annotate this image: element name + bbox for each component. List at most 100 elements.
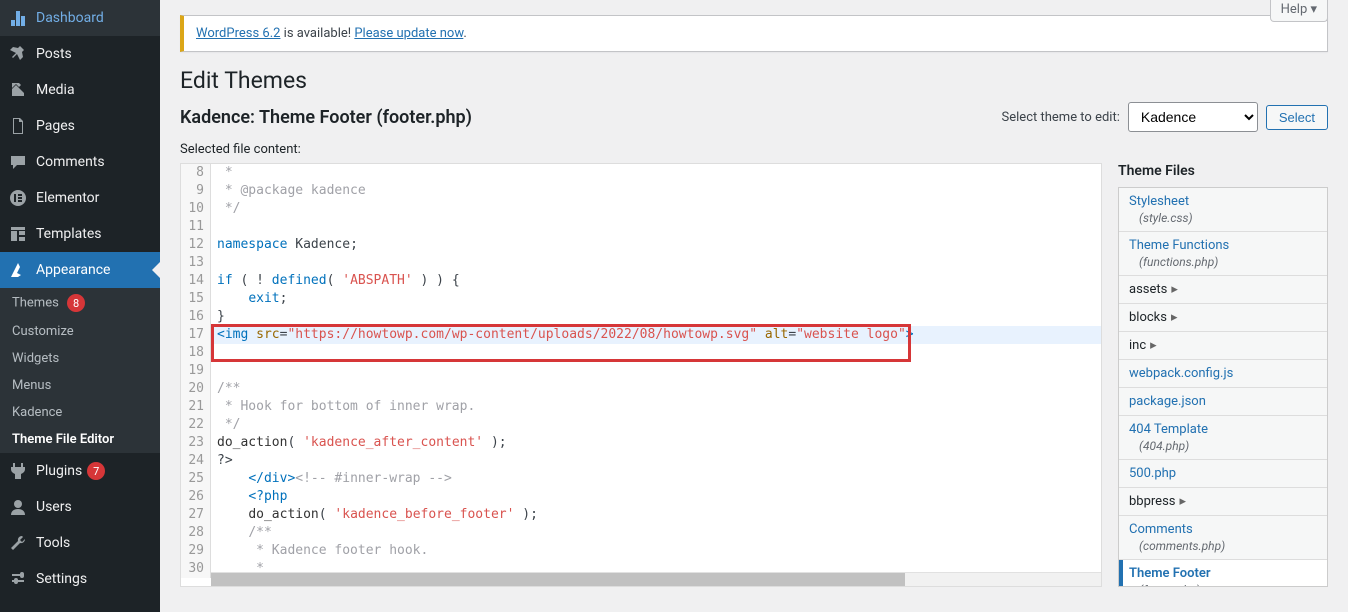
- theme-file-link[interactable]: 500.php: [1129, 466, 1176, 481]
- theme-file-link[interactable]: Theme Footer: [1129, 566, 1211, 581]
- code-content[interactable]: <?php: [211, 488, 1101, 506]
- code-line[interactable]: 27 do_action( 'kadence_before_footer' );: [181, 506, 1101, 524]
- sidebar-item-media[interactable]: Media: [0, 72, 160, 108]
- theme-file-bbpress[interactable]: bbpress▸: [1119, 488, 1327, 516]
- submenu-item-theme-file-editor[interactable]: Theme File Editor: [0, 426, 160, 453]
- code-content[interactable]: do_action( 'kadence_after_content' );: [211, 434, 1101, 452]
- chevron-right-icon: ▸: [1171, 282, 1178, 297]
- sidebar-item-posts[interactable]: Posts: [0, 36, 160, 72]
- theme-file-theme-functions[interactable]: Theme Functions(functions.php): [1119, 232, 1327, 276]
- code-line[interactable]: 11: [181, 218, 1101, 236]
- code-content[interactable]: ?>: [211, 452, 1101, 470]
- sidebar-item-label: Pages: [36, 118, 75, 134]
- code-line[interactable]: 23do_action( 'kadence_after_content' );: [181, 434, 1101, 452]
- code-line[interactable]: 18: [181, 344, 1101, 362]
- sidebar-item-users[interactable]: Users: [0, 489, 160, 525]
- code-line[interactable]: 22 */: [181, 416, 1101, 434]
- theme-file-inc[interactable]: inc▸: [1119, 332, 1327, 360]
- code-line[interactable]: 21 * Hook for bottom of inner wrap.: [181, 398, 1101, 416]
- page-title: Edit Themes: [180, 67, 1328, 94]
- theme-file-link[interactable]: 404 Template: [1129, 422, 1208, 437]
- theme-select[interactable]: Kadence: [1128, 102, 1258, 132]
- theme-file-500-php[interactable]: 500.php: [1119, 460, 1327, 488]
- code-line[interactable]: 20/**: [181, 380, 1101, 398]
- code-content[interactable]: [211, 254, 1101, 272]
- theme-file-link[interactable]: Stylesheet: [1129, 194, 1189, 209]
- scroll-thumb[interactable]: [211, 573, 905, 586]
- sidebar-item-label: Posts: [36, 46, 72, 62]
- theme-file-link[interactable]: Comments: [1129, 522, 1193, 537]
- update-now-link[interactable]: Please update now: [354, 26, 463, 41]
- sidebar-item-comments[interactable]: Comments: [0, 144, 160, 180]
- code-content[interactable]: if ( ! defined( 'ABSPATH' ) ) {: [211, 272, 1101, 290]
- badge: 8: [67, 294, 85, 312]
- theme-file-webpack-config-js[interactable]: webpack.config.js: [1119, 360, 1327, 388]
- submenu-item-widgets[interactable]: Widgets: [0, 345, 160, 372]
- theme-file-theme-footer[interactable]: Theme Footer(footer.php): [1119, 560, 1327, 587]
- help-button[interactable]: Help ▾: [1270, 0, 1328, 22]
- code-line[interactable]: 17<img src="https://howtowp.com/wp-conte…: [181, 326, 1101, 344]
- code-content[interactable]: do_action( 'kadence_before_footer' );: [211, 506, 1101, 524]
- sidebar-item-label: Settings: [36, 571, 87, 587]
- code-line[interactable]: 13: [181, 254, 1101, 272]
- code-content[interactable]: */: [211, 200, 1101, 218]
- code-content[interactable]: [211, 344, 1101, 362]
- code-content[interactable]: }: [211, 308, 1101, 326]
- code-content[interactable]: [211, 218, 1101, 236]
- code-line[interactable]: 9 * @package kadence: [181, 182, 1101, 200]
- submenu-item-menus[interactable]: Menus: [0, 372, 160, 399]
- theme-file-blocks[interactable]: blocks▸: [1119, 304, 1327, 332]
- code-line[interactable]: 15 exit;: [181, 290, 1101, 308]
- code-line[interactable]: 10 */: [181, 200, 1101, 218]
- theme-file-404-template[interactable]: 404 Template (404.php): [1119, 416, 1327, 460]
- theme-file-link[interactable]: package.json: [1129, 394, 1206, 409]
- code-line[interactable]: 16}: [181, 308, 1101, 326]
- code-content[interactable]: namespace Kadence;: [211, 236, 1101, 254]
- sidebar-item-templates[interactable]: Templates: [0, 216, 160, 252]
- editor-horizontal-scrollbar[interactable]: [211, 572, 1101, 586]
- code-content[interactable]: /**: [211, 524, 1101, 542]
- code-content[interactable]: */: [211, 416, 1101, 434]
- code-line[interactable]: 8 *: [181, 164, 1101, 182]
- code-line[interactable]: 28 /**: [181, 524, 1101, 542]
- code-content[interactable]: *: [211, 164, 1101, 182]
- code-line[interactable]: 25 </div><!-- #inner-wrap -->: [181, 470, 1101, 488]
- theme-file-assets[interactable]: assets▸: [1119, 276, 1327, 304]
- theme-file-link[interactable]: webpack.config.js: [1129, 366, 1233, 381]
- code-line[interactable]: 26 <?php: [181, 488, 1101, 506]
- sidebar-item-tools[interactable]: Tools: [0, 525, 160, 561]
- submenu-item-customize[interactable]: Customize: [0, 318, 160, 345]
- code-content[interactable]: </div><!-- #inner-wrap -->: [211, 470, 1101, 488]
- theme-file-package-json[interactable]: package.json: [1119, 388, 1327, 416]
- theme-file-stylesheet[interactable]: Stylesheet(style.css): [1119, 188, 1327, 232]
- sidebar-item-pages[interactable]: Pages: [0, 108, 160, 144]
- sidebar-item-label: Comments: [36, 154, 105, 170]
- sidebar-item-elementor[interactable]: Elementor: [0, 180, 160, 216]
- code-line[interactable]: 12namespace Kadence;: [181, 236, 1101, 254]
- code-line[interactable]: 14if ( ! defined( 'ABSPATH' ) ) {: [181, 272, 1101, 290]
- line-number: 10: [181, 200, 211, 218]
- theme-file-link[interactable]: Theme Functions: [1129, 238, 1229, 253]
- select-button[interactable]: Select: [1266, 105, 1328, 130]
- code-content[interactable]: <img src="https://howtowp.com/wp-content…: [211, 326, 1101, 344]
- code-content[interactable]: * @package kadence: [211, 182, 1101, 200]
- sidebar-item-dashboard[interactable]: Dashboard: [0, 0, 160, 36]
- sidebar-item-settings[interactable]: Settings: [0, 561, 160, 597]
- code-editor[interactable]: 8 *9 * @package kadence10 */1112namespac…: [180, 163, 1102, 587]
- code-content[interactable]: [211, 362, 1101, 380]
- code-line[interactable]: 29 * Kadence footer hook.: [181, 542, 1101, 560]
- submenu-item-kadence[interactable]: Kadence: [0, 399, 160, 426]
- submenu-item-themes[interactable]: Themes 8: [0, 288, 160, 318]
- theme-files-list[interactable]: Stylesheet(style.css)Theme Functions(fun…: [1118, 187, 1328, 587]
- sidebar-item-appearance[interactable]: Appearance: [0, 252, 160, 288]
- code-content[interactable]: * Kadence footer hook.: [211, 542, 1101, 560]
- theme-file-filename: (404.php): [1139, 439, 1317, 453]
- theme-file-comments[interactable]: Comments(comments.php): [1119, 516, 1327, 560]
- code-line[interactable]: 19: [181, 362, 1101, 380]
- code-content[interactable]: * Hook for bottom of inner wrap.: [211, 398, 1101, 416]
- code-content[interactable]: /**: [211, 380, 1101, 398]
- sidebar-item-plugins[interactable]: Plugins7: [0, 453, 160, 489]
- wordpress-version-link[interactable]: WordPress 6.2: [196, 26, 280, 41]
- code-line[interactable]: 24?>: [181, 452, 1101, 470]
- code-content[interactable]: exit;: [211, 290, 1101, 308]
